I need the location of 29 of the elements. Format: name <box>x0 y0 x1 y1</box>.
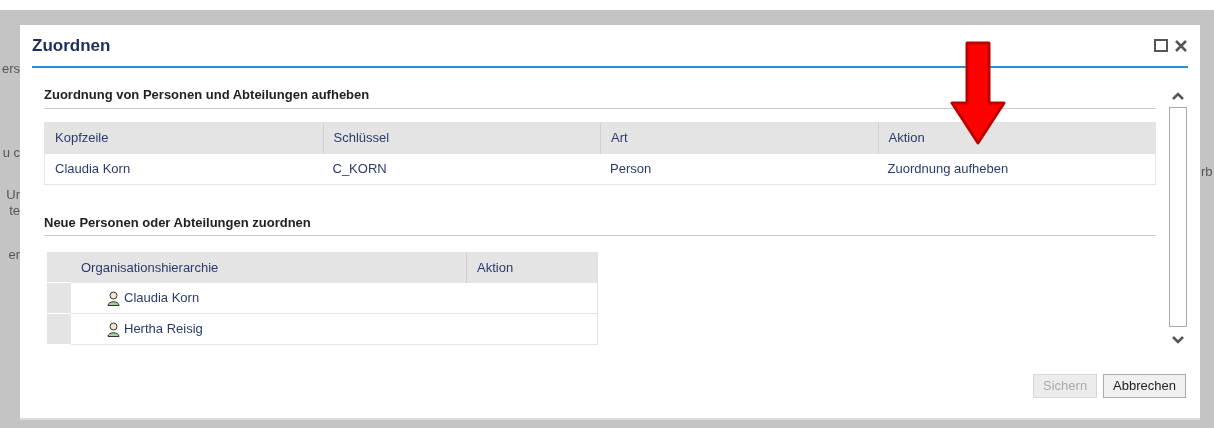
column-header: Aktion <box>466 252 597 283</box>
background-text: rb <box>1201 163 1213 181</box>
dialog-button[interactable]: Abbrechen <box>1103 374 1186 398</box>
scroll-down-icon[interactable] <box>1171 335 1185 344</box>
close-icon[interactable] <box>1174 38 1188 53</box>
column-header: Organisationshierarchie <box>80 258 220 277</box>
section-heading: Neue Personen oder Abteilungen zuordnen <box>44 212 1156 236</box>
column-header: Schlüssel <box>322 122 600 154</box>
person-icon <box>107 290 120 306</box>
column-header: Kopfzeile <box>54 129 110 148</box>
maximize-icon[interactable] <box>1154 39 1168 52</box>
table-cell-text: Claudia Korn <box>54 159 132 178</box>
scroll-up-icon[interactable] <box>1171 92 1185 101</box>
scrollbar-track[interactable] <box>1169 107 1187 327</box>
tree-item[interactable]: Hertha Reisig <box>124 319 203 339</box>
background-text: Ur <box>6 188 20 202</box>
background-text: u c <box>2 146 20 160</box>
person-icon <box>107 321 120 337</box>
tree-item[interactable]: Claudia Korn <box>124 288 200 308</box>
table-cell-text: Zuordnung aufheben <box>886 159 1010 178</box>
row-handle-cell[interactable] <box>47 314 71 345</box>
background-text: ers <box>1 62 20 76</box>
dialog-title: Zuordnen <box>32 34 111 57</box>
column-header: Art <box>600 122 878 154</box>
row-handle-cell[interactable] <box>47 283 71 314</box>
background-text: te <box>9 204 20 218</box>
table-cell-text: Person <box>609 159 653 178</box>
background-text: er <box>8 248 20 262</box>
table-cell-text: C_KORN <box>331 159 388 178</box>
